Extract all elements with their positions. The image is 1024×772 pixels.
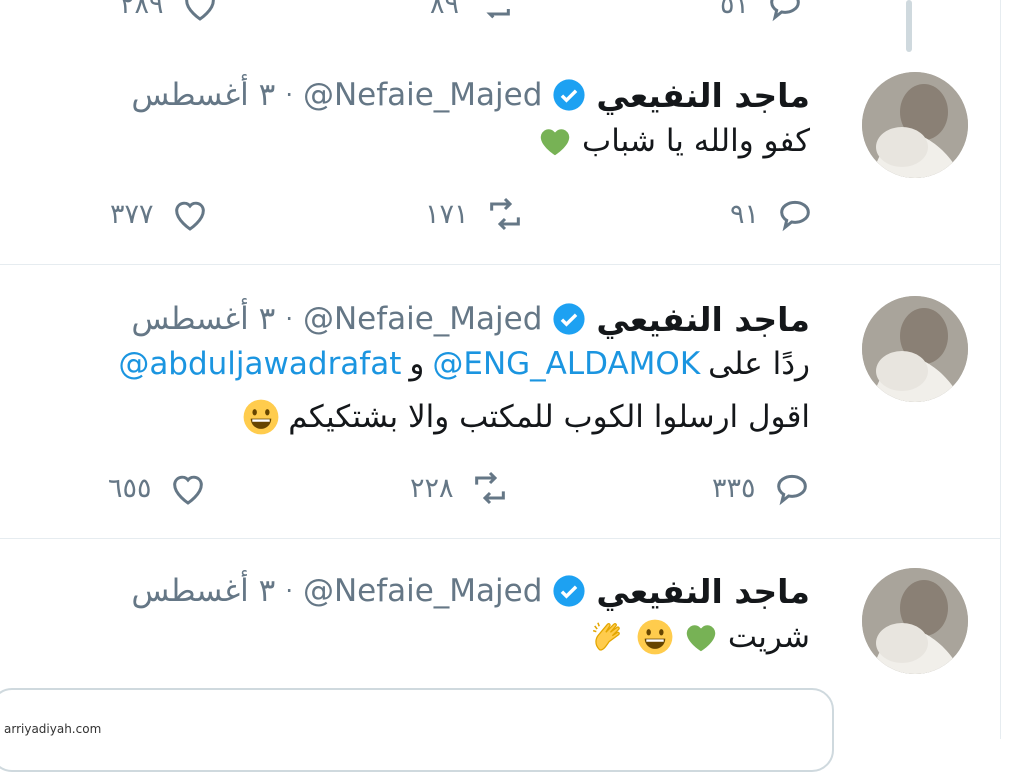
username[interactable]: @Nefaie_Majed (303, 573, 542, 609)
display-name[interactable]: ماجد النفيعي (596, 572, 810, 611)
retweet-icon[interactable] (470, 468, 510, 508)
verified-badge-icon (553, 575, 586, 607)
avatar[interactable] (862, 296, 968, 402)
clapping-hands-icon (592, 622, 620, 651)
tweet-text: شريت (590, 618, 810, 656)
avatar[interactable] (862, 568, 968, 674)
reply-icon[interactable] (765, 0, 805, 24)
tweet-text-line: كفو والله يا شباب (582, 123, 810, 159)
tweet-header: ماجد النفيعي @Nefaie_Majed · ٣ أغسطس (131, 566, 810, 616)
tweet-actions: ٦٥٥ ٢٢٨ ٣٣٥ (0, 468, 1000, 518)
reply-icon[interactable] (775, 194, 815, 234)
retweet-icon[interactable] (485, 194, 525, 234)
avatar-photo-icon (862, 72, 968, 178)
reply-action[interactable]: ٣٣٥ (712, 468, 812, 508)
separator-dot: · (285, 81, 293, 109)
grinning-face-icon (243, 399, 279, 435)
separator-dot: · (285, 577, 293, 605)
display-name[interactable]: ماجد النفيعي (596, 300, 810, 339)
like-count: ٦٥٥ (108, 472, 152, 504)
tweet-1[interactable]: ماجد النفيعي @Nefaie_Majed · ٣ أغسطس كفو… (0, 70, 1000, 264)
reply-count: ٩١ (730, 198, 760, 230)
tweet-header: ماجد النفيعي @Nefaie_Majed · ٣ أغسطس (131, 294, 810, 344)
separator-dot: · (285, 305, 293, 333)
retweet-icon[interactable] (475, 0, 515, 24)
reply-action[interactable]: ٩١ (730, 194, 815, 234)
reply-count: ٥١ (720, 0, 750, 20)
reply-prefix: ردًا على (708, 346, 810, 382)
like-count: ٢٨٩ (120, 0, 164, 20)
username[interactable]: @Nefaie_Majed (303, 301, 542, 337)
tweet-date[interactable]: ٣ أغسطس (131, 573, 275, 609)
verified-badge-icon (553, 79, 586, 111)
retweet-action[interactable]: ٨٩ (430, 0, 515, 24)
avatar[interactable] (862, 72, 968, 178)
tweet-header: ماجد النفيعي @Nefaie_Majed · ٣ أغسطس (131, 70, 810, 120)
heart-icon[interactable] (168, 468, 208, 508)
reply-icon[interactable] (772, 468, 812, 508)
reply-context: ردًا على @ENG_ALDAMOK و @abduljawadrafat (118, 346, 810, 382)
heart-icon[interactable] (180, 0, 220, 24)
tweet-date[interactable]: ٣ أغسطس (131, 301, 275, 337)
avatar-photo-icon (862, 568, 968, 674)
retweet-count: ٢٢٨ (410, 472, 454, 504)
verified-badge-icon (553, 303, 586, 335)
like-action[interactable]: ٣٧٧ (110, 194, 210, 234)
timeline-border (1000, 0, 1001, 739)
tweet-3[interactable]: ماجد النفيعي @Nefaie_Majed · ٣ أغسطس شري… (0, 566, 1000, 772)
green-heart-icon (540, 129, 570, 156)
tweet-date[interactable]: ٣ أغسطس (131, 77, 275, 113)
grinning-face-icon (637, 619, 673, 655)
tweet-text-line: شريت (727, 619, 810, 655)
retweet-action[interactable]: ٢٢٨ (410, 468, 510, 508)
tweet-text: كفو والله يا شباب (536, 122, 810, 160)
mention-link[interactable]: @ENG_ALDAMOK (432, 346, 700, 382)
previous-tweet-actions: ٢٨٩ ٨٩ ٥١ (0, 0, 1000, 22)
watermark: arriyadiyah.com (4, 722, 102, 736)
and-conjunction: و (409, 346, 425, 382)
tweet-actions: ٣٧٧ ١٧١ ٩١ (0, 194, 1000, 244)
retweet-count: ١٧١ (425, 198, 469, 230)
embedded-card[interactable] (0, 688, 834, 772)
tweet-2[interactable]: ماجد النفيعي @Nefaie_Majed · ٣ أغسطس ردً… (0, 294, 1000, 538)
heart-icon[interactable] (170, 194, 210, 234)
like-action[interactable]: ٢٨٩ (120, 0, 220, 24)
retweet-action[interactable]: ١٧١ (425, 194, 525, 234)
like-action[interactable]: ٦٥٥ (108, 468, 208, 508)
tweet-divider (0, 538, 1000, 539)
mention-link[interactable]: @abduljawadrafat (118, 346, 401, 382)
tweet-text: اقول ارسلوا الكوب للمكتب والا بشتكيكم (242, 398, 810, 436)
username[interactable]: @Nefaie_Majed (303, 77, 542, 113)
display-name[interactable]: ماجد النفيعي (596, 76, 810, 115)
tweet-divider (0, 264, 1000, 265)
reply-count: ٣٣٥ (712, 472, 756, 504)
reply-action[interactable]: ٥١ (720, 0, 805, 24)
like-count: ٣٧٧ (110, 198, 154, 230)
retweet-count: ٨٩ (430, 0, 460, 20)
avatar-photo-icon (862, 296, 968, 402)
green-heart-icon (686, 625, 716, 652)
tweet-text-line: اقول ارسلوا الكوب للمكتب والا بشتكيكم (288, 399, 810, 435)
